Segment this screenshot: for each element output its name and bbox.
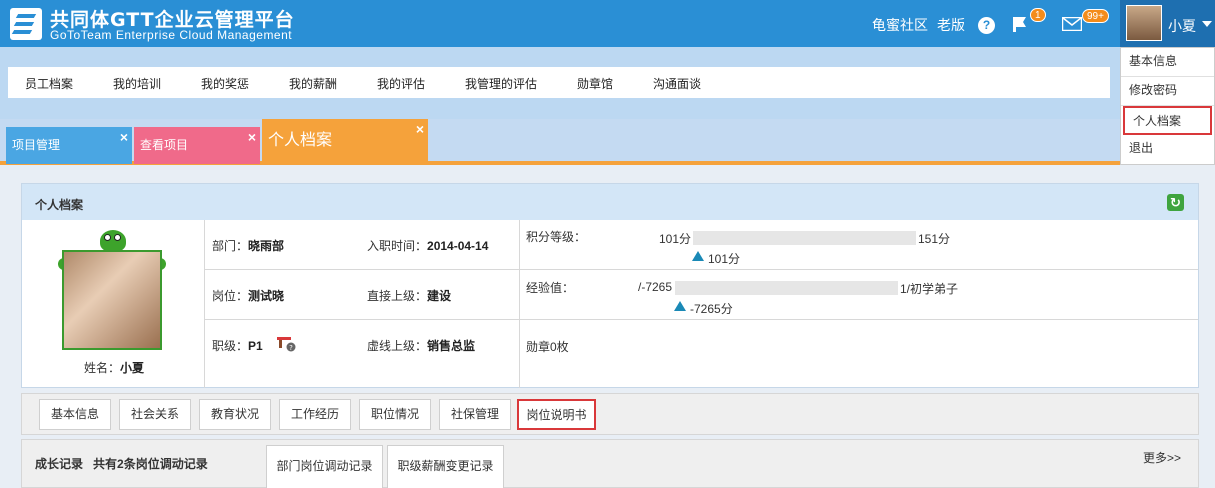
score-column: 积分等级： 101分 151分 101分 经验值： /-7265 1/初学弟子 … [520,220,1198,388]
tab-department-transfer-records[interactable]: 部门岗位调动记录 [266,445,383,488]
tab-salary-change-records[interactable]: 职级薪酬变更记录 [387,445,504,488]
points-min: 101分 [659,232,692,246]
growth-record-section: 成长记录 共有2条岗位调动记录 部门岗位调动记录 职级薪酬变更记录 更多>> [21,439,1199,488]
dropdown-item-basic-info[interactable]: 基本信息 [1121,48,1214,77]
info-row: 部门：晓雨部 入职时间：2014-04-14 [205,220,520,270]
medal-row: 勋章0枚 [520,320,1198,370]
subtab-position-status[interactable]: 职位情况 [359,399,431,430]
turtle-decoration-icon [100,230,126,252]
panel-title: 个人档案 [35,198,84,212]
subtab-social-relations[interactable]: 社会关系 [119,399,191,430]
dropdown-item-change-password[interactable]: 修改密码 [1121,77,1214,106]
avatar [1126,5,1162,41]
mail-icon[interactable] [1062,17,1082,31]
community-link[interactable]: 龟蜜社区 [872,15,928,35]
dotted-superior-field: 虚线上级：销售总监 [367,339,476,353]
menu-item-my-evaluation[interactable]: 我的评估 [377,75,425,92]
subtab-work-experience[interactable]: 工作经历 [279,399,351,430]
panel-header: 个人档案 ↻ [22,184,1198,220]
svg-text:?: ? [289,344,293,352]
join-date-field: 入职时间：2014-04-14 [367,239,489,253]
menu-item-medal-hall[interactable]: 勋章馆 [577,75,613,92]
points-level-label: 积分等级： [526,230,587,244]
info-row: 岗位：测试晓 直接上级：建设 [205,270,520,320]
experience-label: 经验值： [526,281,575,295]
position-field: 岗位：测试晓 [212,289,285,303]
top-header: 共同体GTT企业云管理平台 GoToTeam Enterprise Cloud … [0,0,1215,47]
profile-subtab-bar: 基本信息 社会关系 教育状况 工作经历 职位情况 社保管理 岗位说明书 [21,393,1199,435]
employee-name: 姓名：小夏 [84,361,145,375]
menu-item-my-salary[interactable]: 我的薪酬 [289,75,337,92]
experience-min: /-7265 [638,280,673,294]
dropdown-item-personal-file[interactable]: 个人档案 [1123,106,1212,135]
experience-row: 经验值： /-7265 1/初学弟子 -7265分 [520,270,1198,320]
help-icon[interactable]: ? [978,17,995,34]
level-field: 职级：P1 [212,339,263,353]
points-current: 101分 [708,252,741,266]
points-marker-icon [692,251,704,261]
page-tab-bar: 项目管理 × 查看项目 × 个人档案 × [0,119,1215,165]
info-row: 职级：P1 ? 虚线上级：销售总监 [205,320,520,370]
close-icon[interactable]: × [416,121,424,137]
menu-item-interviews[interactable]: 沟通面谈 [653,75,701,92]
menu-item-employee-files[interactable]: 员工档案 [25,75,73,92]
tab-view-project[interactable]: 查看项目 × [134,127,260,164]
menu-item-managed-evaluation[interactable]: 我管理的评估 [465,75,537,92]
nav-area: 员工档案 我的培训 我的奖惩 我的薪酬 我的评估 我管理的评估 勋章馆 沟通面谈 [0,47,1120,119]
flag-badge: 1 [1030,8,1046,22]
user-menu-toggle[interactable]: 小夏 [1120,0,1215,47]
more-link[interactable]: 更多>> [1143,449,1181,466]
close-icon[interactable]: × [248,129,256,145]
growth-record-title: 成长记录 共有2条岗位调动记录 [35,457,208,471]
profile-photo-column: 姓名：小夏 [22,220,205,388]
employee-info-grid: 部门：晓雨部 入职时间：2014-04-14 岗位：测试晓 直接上级：建设 职级… [205,220,520,388]
medal-count: 勋章0枚 [526,340,569,354]
notification-flag-icon[interactable] [1010,14,1030,34]
tab-project-management[interactable]: 项目管理 × [6,127,132,164]
menu-item-my-training[interactable]: 我的培训 [113,75,161,92]
points-progress-bar [693,231,916,245]
app-subtitle: GoToTeam Enterprise Cloud Management [50,28,293,42]
subtab-basic-info[interactable]: 基本信息 [39,399,111,430]
experience-marker-icon [674,301,686,311]
user-dropdown-menu: 基本信息 修改密码 个人档案 退出 [1120,47,1215,165]
user-name: 小夏 [1168,18,1196,34]
level-help-icon[interactable]: ? [275,334,297,352]
logo-icon [10,8,42,40]
subtab-education[interactable]: 教育状况 [199,399,271,430]
chevron-down-icon [1202,21,1212,27]
direct-superior-field: 直接上级：建设 [367,289,452,303]
menu-item-my-rewards[interactable]: 我的奖惩 [201,75,249,92]
old-version-link[interactable]: 老版 [937,15,965,35]
mail-badge: 99+ [1082,9,1109,23]
tab-personal-file[interactable]: 个人档案 × [262,119,428,164]
refresh-icon[interactable]: ↻ [1167,194,1184,211]
experience-max: 1/初学弟子 [900,282,959,296]
subtab-job-description[interactable]: 岗位说明书 [517,399,596,430]
points-level-row: 积分等级： 101分 151分 101分 [520,220,1198,270]
main-menu: 员工档案 我的培训 我的奖惩 我的薪酬 我的评估 我管理的评估 勋章馆 沟通面谈 [8,67,1110,98]
department-field: 部门：晓雨部 [212,239,285,253]
points-max: 151分 [918,232,951,246]
subtab-social-security[interactable]: 社保管理 [439,399,511,430]
experience-current: -7265分 [690,302,733,316]
dropdown-item-logout[interactable]: 退出 [1121,135,1214,164]
close-icon[interactable]: × [120,129,128,145]
experience-progress-bar [675,281,898,295]
personal-file-panel: 个人档案 ↻ 姓名：小夏 部门：晓雨部 入职时间：2014-04-14 岗位：测… [21,183,1199,388]
profile-photo [62,250,162,350]
